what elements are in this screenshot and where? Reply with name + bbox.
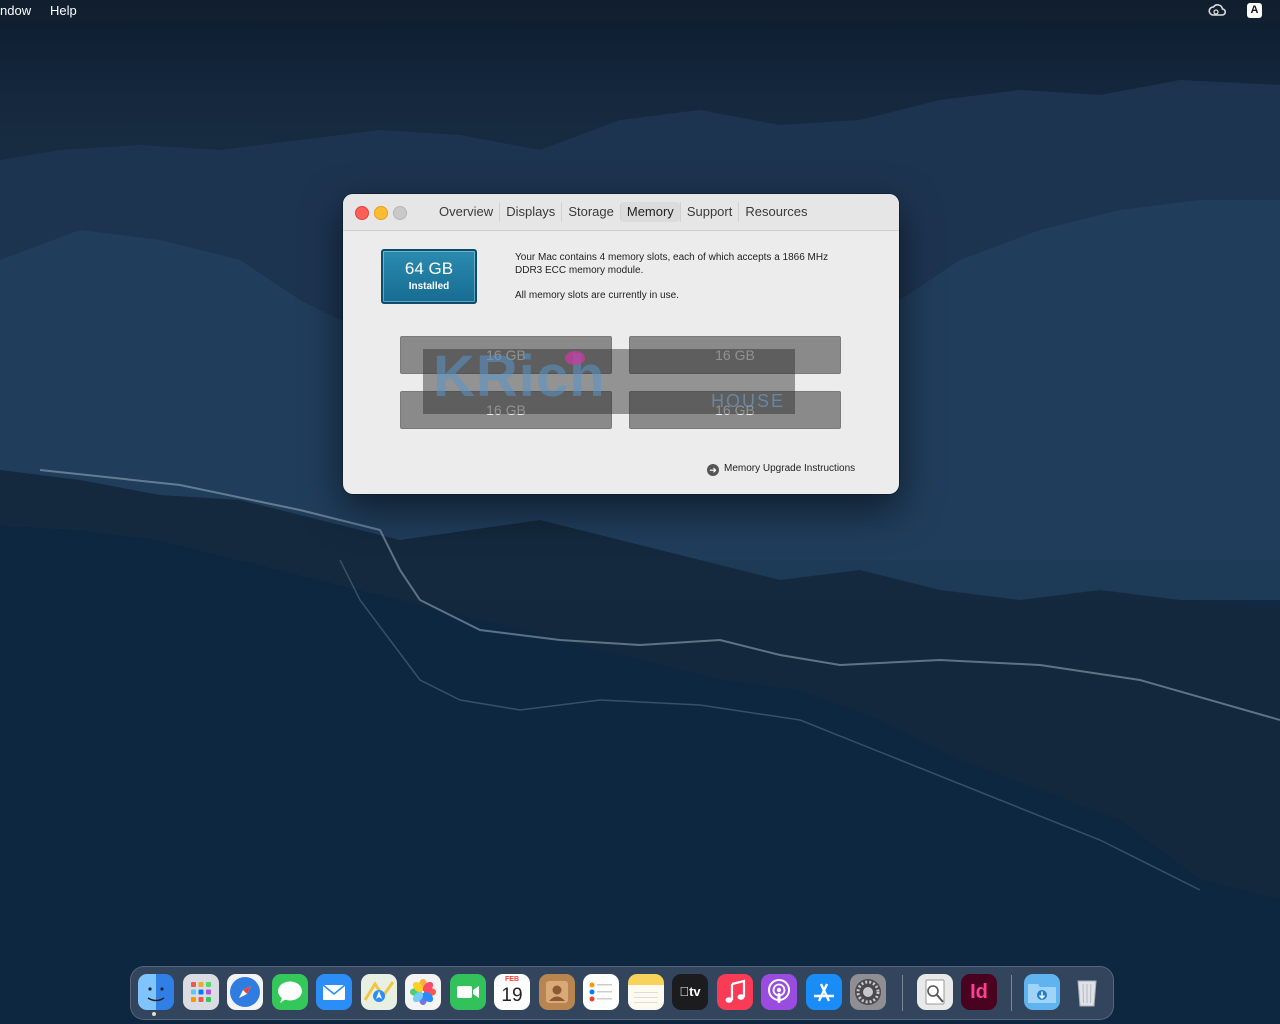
indesign-label: Id (970, 981, 988, 1003)
launchpad-icon[interactable] (183, 974, 219, 1010)
arrow-right-circle-icon: ➜ (707, 464, 719, 476)
tab-storage[interactable]: Storage (561, 202, 620, 222)
window-titlebar: Overview Displays Storage Memory Support… (343, 194, 899, 231)
menu-bar: ndow Help A (0, 0, 1280, 22)
creative-cloud-icon[interactable] (1208, 3, 1227, 19)
system-preferences-icon[interactable] (850, 974, 886, 1010)
facetime-icon[interactable] (450, 974, 486, 1010)
memory-upgrade-label: Memory Upgrade Instructions (724, 463, 856, 474)
memory-capacity: 64 GB (404, 259, 454, 278)
photos-icon[interactable] (405, 974, 441, 1010)
memory-description: Your Mac contains 4 memory slots, each o… (515, 251, 835, 302)
tab-displays[interactable]: Displays (499, 202, 561, 222)
finder-icon[interactable] (138, 974, 174, 1010)
safari-icon[interactable] (227, 974, 263, 1010)
maps-icon[interactable] (361, 974, 397, 1010)
memory-slots-status: All memory slots are currently in use. (515, 290, 679, 301)
memory-slots-description: Your Mac contains 4 memory slots, each o… (515, 252, 829, 276)
tv-label: tv (684, 984, 701, 999)
trash-icon[interactable] (1069, 974, 1105, 1010)
contacts-icon[interactable] (539, 974, 575, 1010)
preview-icon[interactable] (917, 974, 953, 1010)
minimize-button[interactable] (374, 206, 388, 220)
indesign-icon[interactable]: Id (961, 974, 997, 1010)
memory-installed-label: Installed (408, 281, 450, 292)
watermark-subtext: HOUSE (711, 391, 786, 411)
messages-icon[interactable] (272, 974, 308, 1010)
tab-memory[interactable]: Memory (619, 202, 680, 222)
watermark-dot (565, 351, 585, 365)
close-button[interactable] (355, 206, 369, 220)
zoom-button[interactable] (393, 206, 407, 220)
tab-resources[interactable]: Resources (738, 202, 813, 222)
finder-running-indicator (152, 1012, 156, 1016)
about-this-mac-window: Overview Displays Storage Memory Support… (343, 194, 899, 494)
calendar-month: FEB (505, 976, 519, 983)
mail-icon[interactable] (316, 974, 352, 1010)
dock-separator (902, 975, 903, 1011)
menu-item-help[interactable]: Help (50, 3, 77, 18)
memory-installed-badge: 64 GB Installed (381, 249, 477, 304)
tab-overview[interactable]: Overview (433, 202, 499, 222)
calendar-icon[interactable]: FEB 19 (494, 974, 530, 1010)
tab-support[interactable]: Support (679, 202, 739, 222)
tv-icon[interactable]: tv (672, 974, 708, 1010)
input-source-icon[interactable]: A (1247, 3, 1262, 18)
app-store-icon[interactable] (806, 974, 842, 1010)
tab-bar: Overview Displays Storage Memory Support… (433, 202, 814, 222)
downloads-folder-icon[interactable] (1024, 974, 1060, 1010)
desktop-wallpaper (0, 0, 1280, 1024)
music-icon[interactable] (717, 974, 753, 1010)
reminders-icon[interactable] (583, 974, 619, 1010)
notes-icon[interactable] (628, 974, 664, 1010)
calendar-day: 19 (501, 985, 523, 1006)
dock: FEB 19 tv Id (130, 966, 1114, 1020)
menu-item-window[interactable]: ndow (0, 3, 31, 18)
watermark-overlay: KRich HOUSE (423, 344, 795, 414)
memory-upgrade-link[interactable]: ➜ Memory Upgrade Instructions (707, 463, 855, 476)
podcasts-icon[interactable] (761, 974, 797, 1010)
dock-separator-2 (1011, 975, 1012, 1011)
